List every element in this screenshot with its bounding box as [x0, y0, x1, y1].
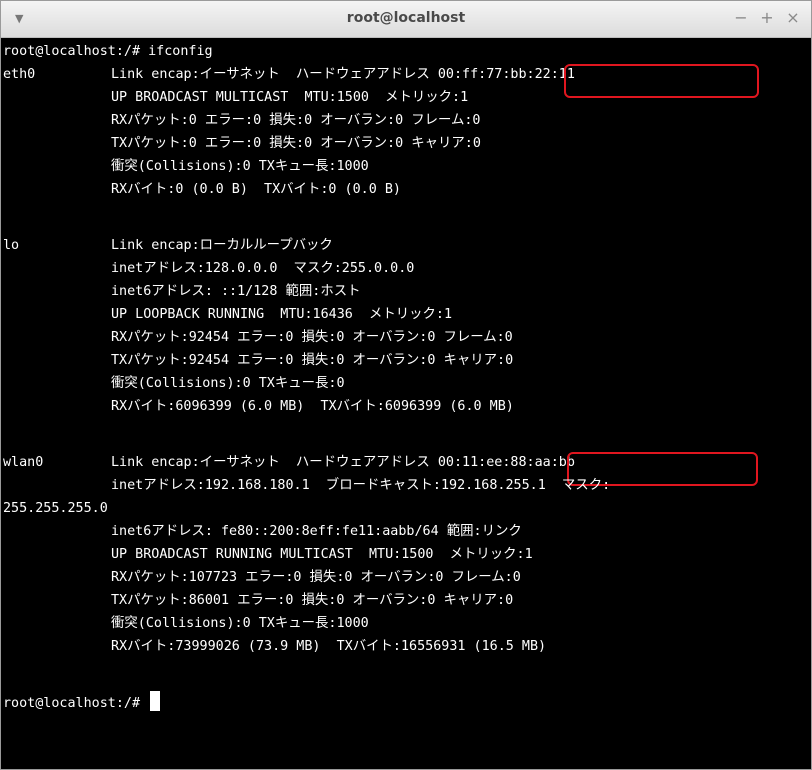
eth0-hwaddr: 00:ff:77:bb:22:11 [437, 67, 575, 82]
lo-line: inet6アドレス: ::1/128 範囲:ホスト [111, 284, 361, 299]
wlan0-line: UP BROADCAST RUNNING MULTICAST MTU:1500 … [111, 547, 533, 562]
eth0-line: RXバイト:0 (0.0 B) TXバイト:0 (0.0 B) [111, 182, 401, 197]
minimize-button[interactable]: − [733, 7, 749, 29]
wlan0-line: RXパケット:107723 エラー:0 損失:0 オーバラン:0 フレーム:0 [111, 570, 521, 585]
iface-name-eth0: eth0 [3, 67, 36, 82]
wlan0-link-label: Link encap:イーサネット ハードウェアアドレス [111, 455, 430, 470]
lo-link-line: Link encap:ローカルループバック [111, 238, 333, 253]
lo-line: 衝突(Collisions):0 TXキュー長:0 [111, 376, 345, 391]
lo-line: inetアドレス:128.0.0.0 マスク:255.0.0.0 [111, 261, 415, 276]
eth0-line: UP BROADCAST MULTICAST MTU:1500 メトリック:1 [111, 90, 469, 105]
iface-name-lo: lo [3, 238, 20, 253]
maximize-button[interactable]: + [759, 7, 775, 29]
wlan0-link-line: Link encap:イーサネット ハードウェアアドレス 00:11:ee:88… [111, 451, 575, 474]
window-controls: − + × [733, 7, 801, 29]
wlan0-line: RXバイト:73999026 (73.9 MB) TXバイト:16556931 … [111, 639, 547, 654]
final-prompt: root@localhost:/# [3, 696, 149, 711]
lo-line: UP LOOPBACK RUNNING MTU:16436 メトリック:1 [111, 307, 453, 322]
eth0-line: 衝突(Collisions):0 TXキュー長:1000 [111, 159, 369, 174]
final-prompt-line[interactable]: root@localhost:/# [3, 691, 161, 714]
close-button[interactable]: × [785, 7, 801, 29]
title-bar[interactable]: ▼ root@localhost − + × [1, 1, 811, 38]
lo-line: TXパケット:92454 エラー:0 損失:0 オーバラン:0 キャリア:0 [111, 353, 514, 368]
prompt-command: root@localhost:/# ifconfig [3, 44, 213, 59]
terminal-window: ▼ root@localhost − + × root@localhost:/#… [0, 0, 812, 770]
wlan0-line: TXパケット:86001 エラー:0 損失:0 オーバラン:0 キャリア:0 [111, 593, 514, 608]
terminal-output[interactable]: root@localhost:/# ifconfig eth0 Link enc… [1, 38, 811, 769]
text-cursor [150, 691, 161, 711]
wlan0-line: inet6アドレス: fe80::200:8eff:fe11:aabb/64 範… [111, 524, 522, 539]
wlan0-wrap-line: 255.255.255.0 [3, 501, 108, 516]
window-title: root@localhost [346, 10, 466, 26]
lo-line: RXバイト:6096399 (6.0 MB) TXバイト:6096399 (6.… [111, 399, 514, 414]
eth0-hwaddr-highlight [564, 64, 759, 98]
eth0-line: TXパケット:0 エラー:0 損失:0 オーバラン:0 キャリア:0 [111, 136, 481, 151]
eth0-link-line: Link encap:イーサネット ハードウェアアドレス 00:ff:77:bb… [111, 63, 575, 86]
eth0-line: RXパケット:0 エラー:0 損失:0 オーバラン:0 フレーム:0 [111, 113, 481, 128]
lo-line: RXパケット:92454 エラー:0 損失:0 オーバラン:0 フレーム:0 [111, 330, 513, 345]
eth0-link-label: Link encap:イーサネット ハードウェアアドレス [111, 67, 430, 82]
wlan0-hwaddr: 00:11:ee:88:aa:bb [437, 455, 575, 470]
wlan0-line: 衝突(Collisions):0 TXキュー長:1000 [111, 616, 369, 631]
iface-name-wlan0: wlan0 [3, 455, 44, 470]
wlan0-inet-line: inetアドレス:192.168.180.1 ブロードキャスト:192.168.… [111, 478, 611, 493]
